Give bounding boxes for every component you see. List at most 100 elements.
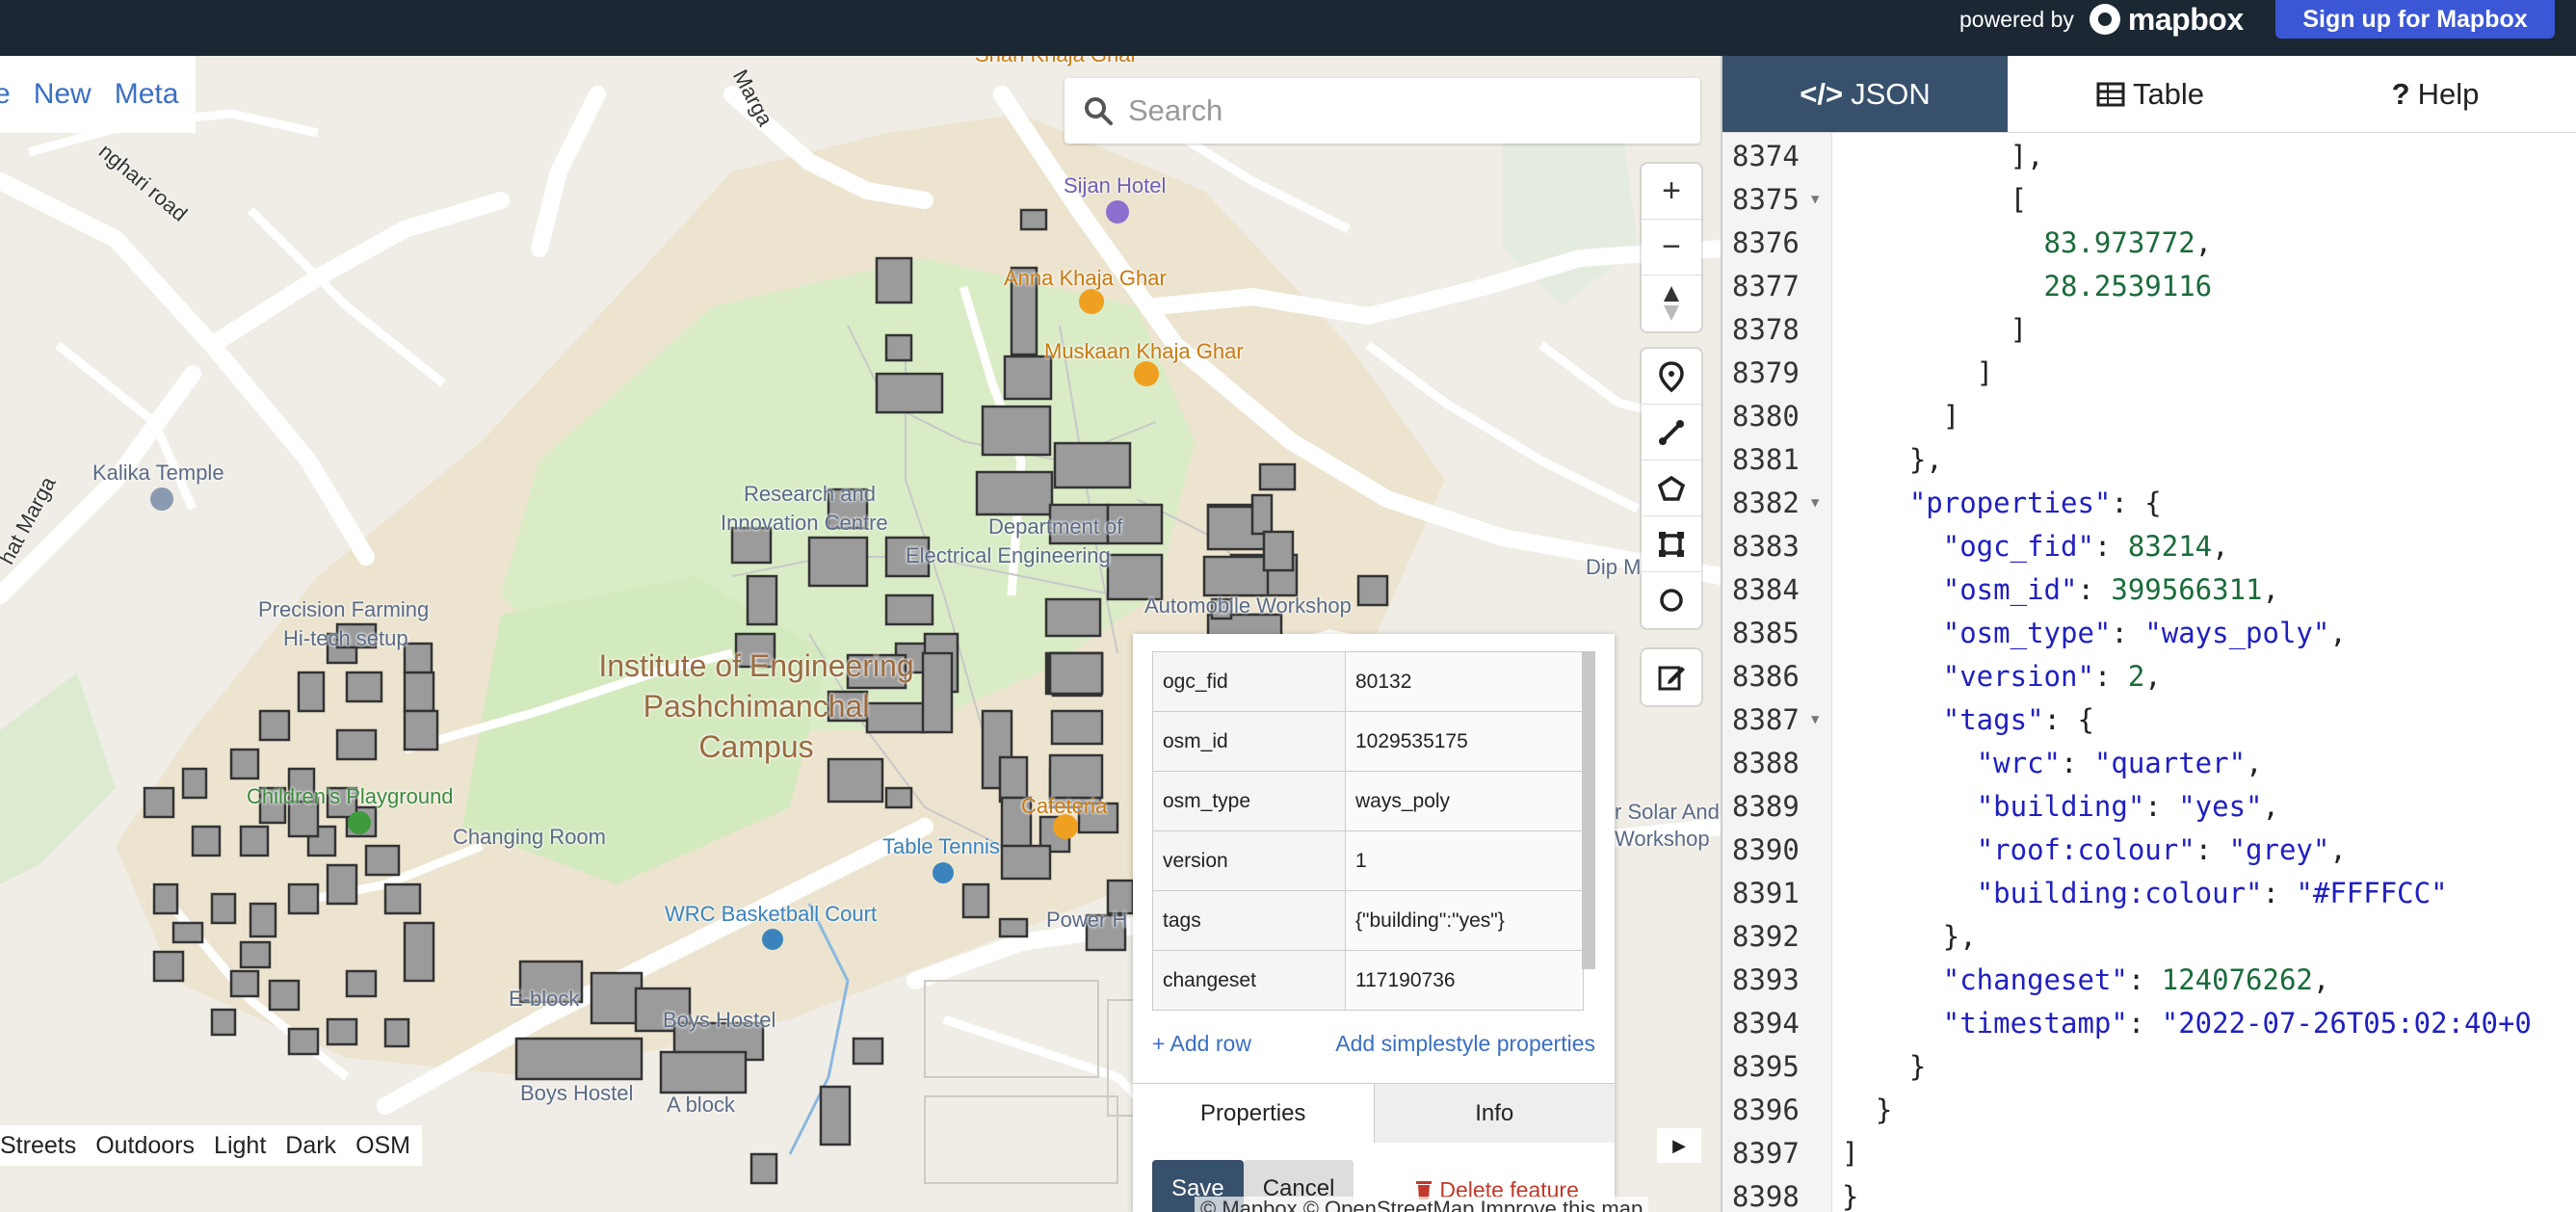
zoom-in-button[interactable]: + <box>1642 164 1701 220</box>
code-text: "osm_id": 399566311, <box>1842 568 2279 612</box>
code-text: ] <box>1842 1132 1858 1175</box>
top-bar: powered by mapbox Sign up for Mapbox <box>0 0 2576 56</box>
code-line: 8384 "osm_id": 399566311, <box>1722 568 2576 612</box>
compass-button[interactable] <box>1642 276 1701 331</box>
code-text: "building:colour": "#FFFFCC" <box>1842 872 2448 915</box>
property-value[interactable]: 80132 <box>1345 651 1584 712</box>
code-line: 8380 ] <box>1722 395 2576 438</box>
property-value[interactable]: 1 <box>1345 830 1584 891</box>
code-line: 8377 28.2539116 <box>1722 265 2576 308</box>
json-punct <box>1842 703 1943 736</box>
zoom-out-button[interactable]: − <box>1642 220 1701 276</box>
add-simplestyle-link[interactable]: Add simplestyle properties <box>1335 1031 1595 1057</box>
line-number: 8378 <box>1732 313 1800 346</box>
draw-line-button[interactable] <box>1642 405 1701 461</box>
map-label-ioe-line1: Institute of Engineering <box>598 648 914 683</box>
line-icon <box>1659 419 1684 445</box>
map-attribution[interactable]: © Mapbox © OpenStreetMap Improve this ma… <box>1195 1197 1649 1212</box>
style-streets[interactable]: Streets <box>0 1132 76 1160</box>
code-text: 83.973772, <box>1842 222 2213 265</box>
edit-geometry-button[interactable] <box>1642 649 1701 705</box>
json-punct: ] <box>1842 356 1994 389</box>
properties-table: ogc_fid 80132 osm_id 1029535175 osm_type wa… <box>1152 651 1584 1011</box>
mapbox-logo[interactable]: mapbox <box>2089 2 2244 38</box>
tab-help[interactable]: ? Help <box>2293 56 2576 132</box>
popup-scrollbar[interactable] <box>1582 651 1595 969</box>
line-number: 8382 <box>1732 487 1800 519</box>
tab-properties[interactable]: Properties <box>1133 1083 1374 1143</box>
json-punct: }, <box>1842 443 1943 476</box>
fold-caret-icon[interactable]: ▼ <box>1811 482 1819 525</box>
fold-caret-icon[interactable]: ▼ <box>1811 698 1819 742</box>
menu-item-new[interactable]: New <box>34 78 92 111</box>
draw-rectangle-button[interactable] <box>1642 516 1701 572</box>
search-input[interactable] <box>1128 93 1668 128</box>
style-osm[interactable]: OSM <box>355 1132 410 1160</box>
draw-polygon-button[interactable] <box>1642 461 1701 516</box>
json-punct: : <box>2127 963 2162 996</box>
property-key[interactable]: tags <box>1152 890 1346 951</box>
json-punct <box>1842 226 2044 259</box>
signup-button[interactable]: Sign up for Mapbox <box>2275 0 2555 39</box>
property-value[interactable]: ways_poly <box>1345 771 1584 831</box>
json-string: "quarter" <box>2093 747 2247 779</box>
fold-caret-icon[interactable]: ▼ <box>1811 178 1819 222</box>
json-punct: , <box>2329 617 2347 649</box>
code-line: 8390 "roof:colour": "grey", <box>1722 829 2576 872</box>
property-value[interactable]: 117190736 <box>1345 950 1584 1011</box>
json-string: "#FFFFCC" <box>2296 877 2448 909</box>
json-punct <box>1842 963 1943 996</box>
map-label-workshop: Workshop <box>1615 827 1710 851</box>
tab-info[interactable]: Info <box>1373 1083 1615 1143</box>
line-number: 8386 <box>1732 660 1800 693</box>
code-text: "timestamp": "2022-07-26T05:02:40+0 <box>1842 1002 2532 1045</box>
code-text: [ <box>1842 178 2027 222</box>
property-key[interactable]: osm_type <box>1152 771 1346 831</box>
rectangle-icon <box>1659 531 1684 557</box>
line-number: 8388 <box>1732 747 1800 779</box>
line-number: 8397 <box>1732 1137 1800 1170</box>
code-line: 8397] <box>1722 1132 2576 1175</box>
style-dark[interactable]: Dark <box>285 1132 336 1160</box>
json-punct <box>1842 487 1909 519</box>
property-key[interactable]: ogc_fid <box>1152 651 1346 712</box>
json-punct <box>1842 573 1943 606</box>
file-menu: e New Meta <box>0 56 197 133</box>
map-label-kalika-temple: Kalika Temple <box>92 461 224 485</box>
code-line: 8398} <box>1722 1175 2576 1212</box>
json-string: "yes" <box>2178 790 2263 823</box>
json-punct <box>1842 660 1943 693</box>
menu-item-save[interactable]: e <box>0 78 11 111</box>
draw-point-button[interactable] <box>1642 349 1701 405</box>
json-punct <box>1842 270 2044 303</box>
line-number: 8379 <box>1732 356 1800 389</box>
table-row: version 1 <box>1152 830 1584 891</box>
style-outdoors[interactable]: Outdoors <box>95 1132 195 1160</box>
property-key[interactable]: changeset <box>1152 950 1346 1011</box>
code-line: 8393 "changeset": 124076262, <box>1722 959 2576 1002</box>
menu-item-meta[interactable]: Meta <box>115 78 179 111</box>
edit-icon <box>1658 666 1685 691</box>
style-light[interactable]: Light <box>214 1132 266 1160</box>
property-key[interactable]: version <box>1152 830 1346 891</box>
json-key: "building:colour" <box>1976 877 2263 909</box>
code-text: ] <box>1842 352 1993 395</box>
add-row-link[interactable]: + Add row <box>1152 1031 1251 1057</box>
property-key[interactable]: osm_id <box>1152 711 1346 772</box>
json-punct: : <box>2077 573 2112 606</box>
draw-circle-button[interactable] <box>1642 572 1701 628</box>
json-punct: : <box>2093 530 2128 563</box>
json-punct <box>1842 1007 1943 1040</box>
property-value[interactable]: {"building":"yes"} <box>1345 890 1584 951</box>
compass-icon <box>1664 286 1679 321</box>
expand-panel-button[interactable]: ▶ <box>1657 1128 1701 1163</box>
tab-json[interactable]: </> JSON <box>1722 56 2008 132</box>
line-number: 8384 <box>1732 573 1800 606</box>
code-line: 8376 83.973772, <box>1722 222 2576 265</box>
property-value[interactable]: 1029535175 <box>1345 711 1584 772</box>
line-number: 8393 <box>1732 963 1800 996</box>
circle-icon <box>1660 589 1683 612</box>
json-number: 124076262 <box>2161 963 2313 996</box>
tab-table[interactable]: Table <box>2008 56 2293 132</box>
json-number: 83.973772 <box>2043 226 2195 259</box>
